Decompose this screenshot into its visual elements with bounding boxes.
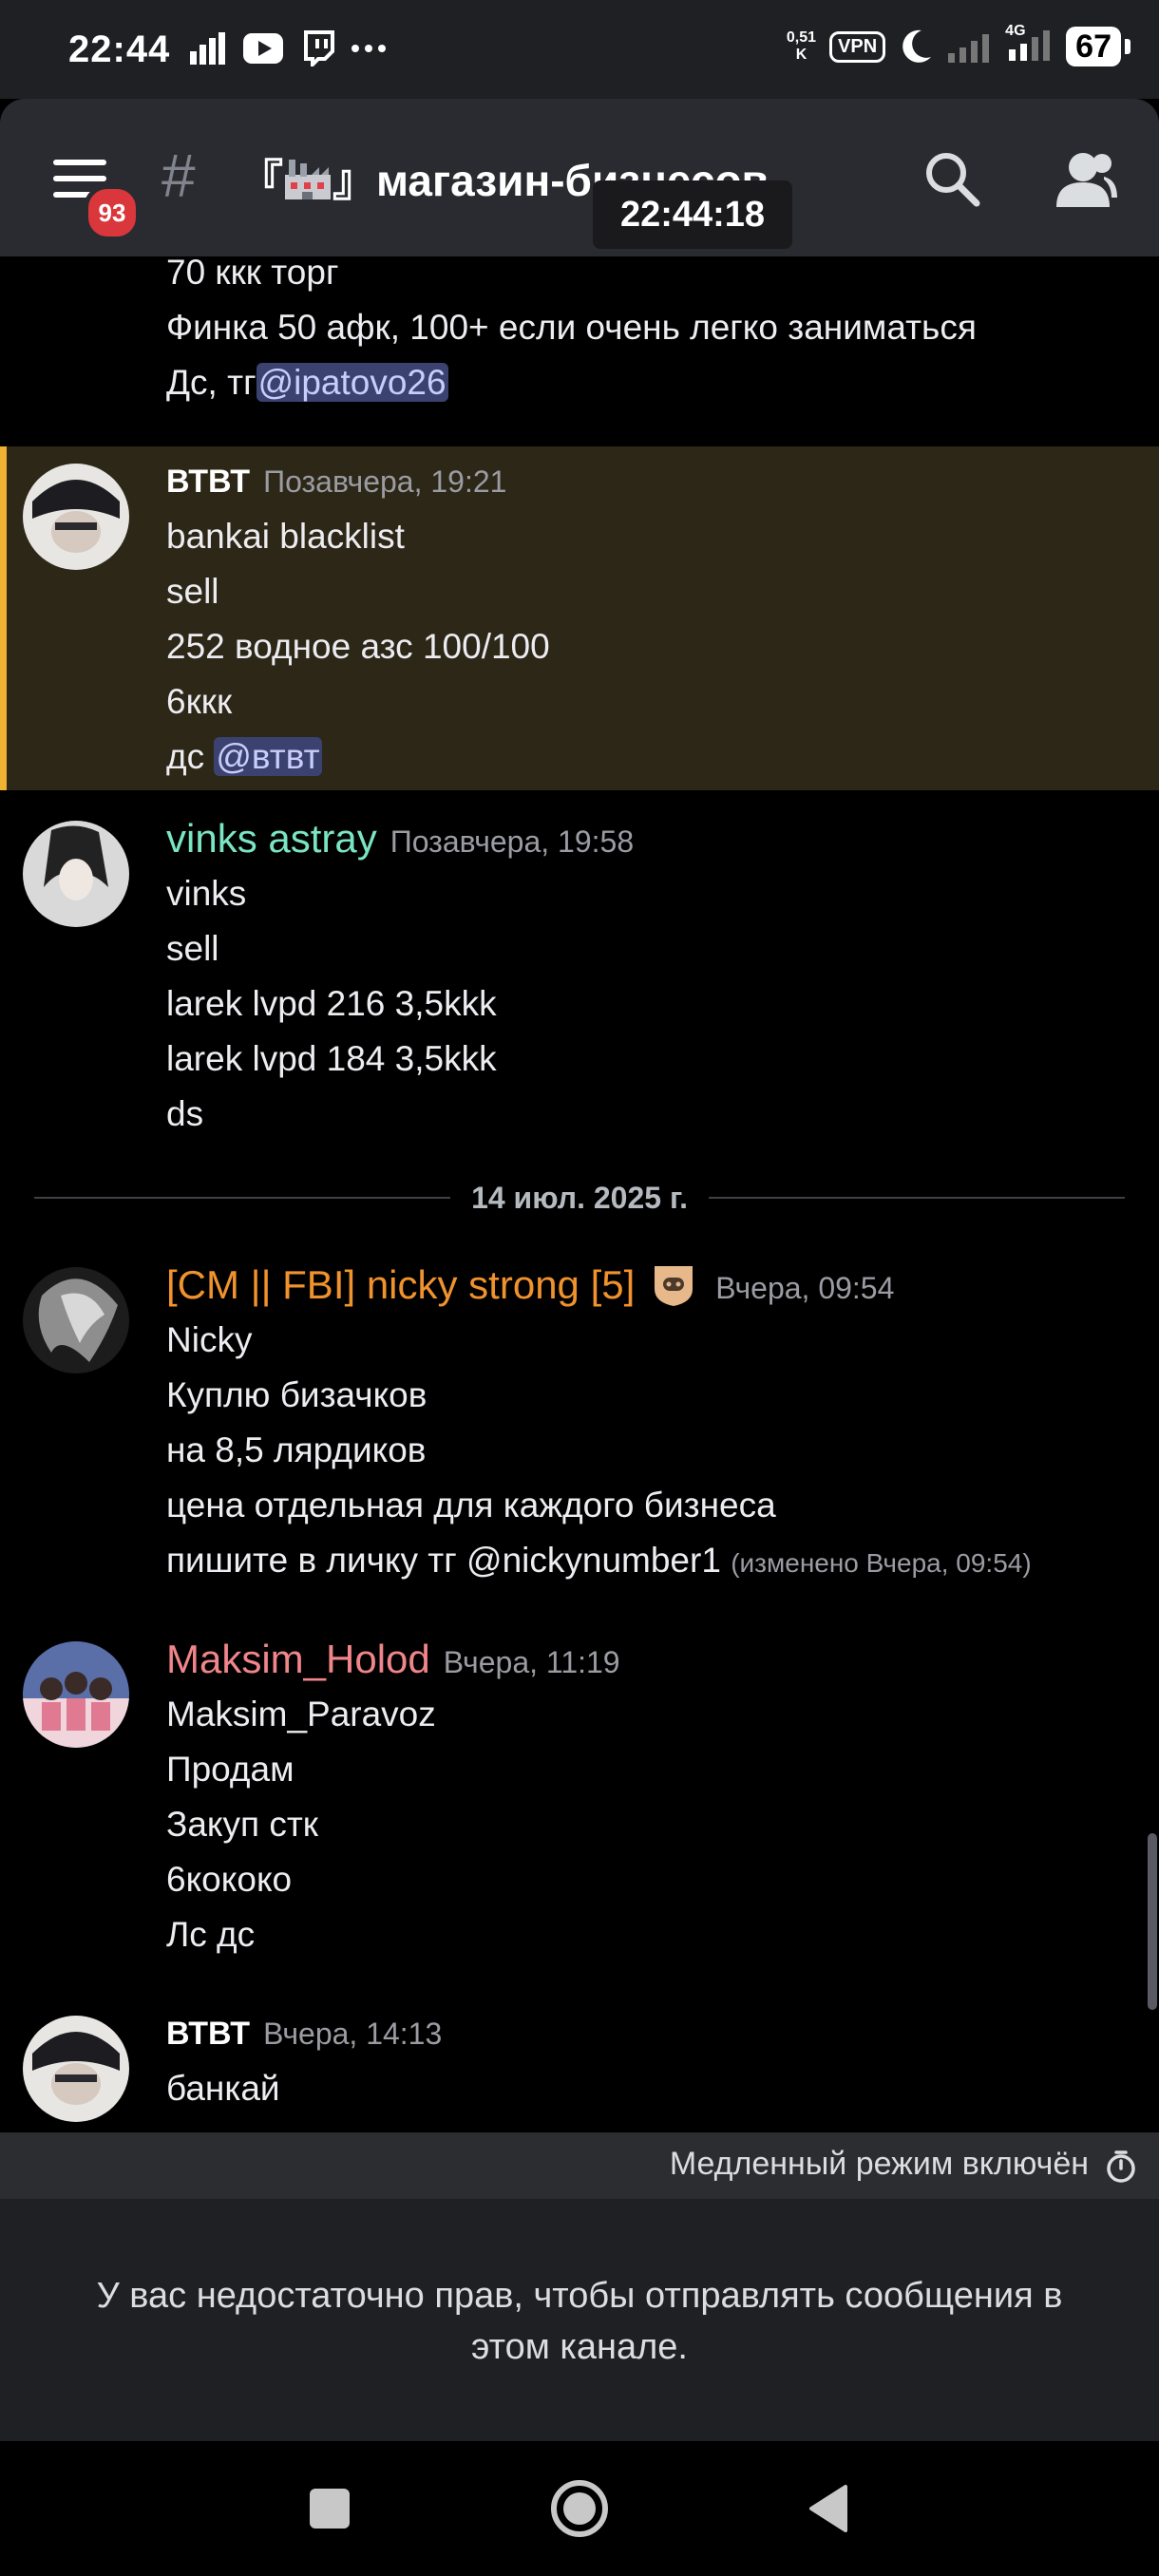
triangle-back-icon[interactable] — [798, 2477, 861, 2540]
author-name[interactable]: [CM || FBI] nicky strong [5] — [166, 1262, 635, 1307]
status-left-icons — [188, 30, 386, 66]
user-mention[interactable]: @втвт — [214, 737, 322, 776]
message-line: Продам — [166, 1750, 294, 1789]
message-line: Дс, тг@ipatovo26 — [166, 363, 448, 402]
avatar-image — [23, 821, 129, 927]
no-permission-notice: У вас недостаточно прав, чтобы отправлят… — [0, 2199, 1159, 2441]
message-group[interactable]: ВТВТ Вчера, 14:13 банкай — [0, 1998, 1159, 2132]
message-line: larek lvpd 184 3,5kkk — [166, 1039, 497, 1078]
message-line: банкай — [166, 2069, 280, 2108]
author-name[interactable]: ВТВТ — [166, 2016, 250, 2052]
avatar-image — [23, 2016, 129, 2122]
moon-icon — [902, 29, 932, 63]
date-separator-label: 14 июл. 2025 г. — [471, 1180, 688, 1215]
signal-weak-icon — [948, 34, 990, 63]
status-bar: 22:44 0,51 K VPN 4G 67 — [0, 0, 1159, 99]
message-line: Лс дс — [166, 1915, 256, 1954]
message-line: 252 водное азс 100/100 — [166, 627, 550, 666]
author-name[interactable]: ВТВТ — [166, 464, 250, 500]
vpn-badge: VPN — [829, 30, 886, 63]
system-nav-bar — [0, 2441, 1159, 2576]
avatar[interactable] — [23, 1267, 129, 1373]
message-line: цена отдельная для каждого бизнеса — [166, 1486, 776, 1525]
avatar[interactable] — [23, 464, 129, 570]
message-group[interactable]: Maksim_Holod Вчера, 11:19 Maksim_Paravoz … — [0, 1624, 1159, 1985]
avatar[interactable] — [23, 2016, 129, 2122]
message-line: Maksim_Paravoz — [166, 1695, 436, 1733]
notification-badge: 93 — [84, 184, 141, 241]
user-mention[interactable]: @ipatovo26 — [256, 363, 448, 402]
message-line: sell — [166, 572, 219, 611]
message-group[interactable]: [CM || FBI] nicky strong [5] Вчера, 09:5… — [0, 1250, 1159, 1611]
youtube-icon — [243, 33, 283, 64]
message-line: пишите в личку тг @nickynumber1 (изменен… — [166, 1541, 1032, 1580]
message-line: Куплю бизачков — [166, 1375, 428, 1414]
square-icon[interactable] — [298, 2477, 361, 2540]
no-permission-text: У вас недостаточно прав, чтобы отправлят… — [96, 2276, 1063, 2367]
slowmode-label: Медленный режим включён — [669, 2146, 1089, 2182]
message-timestamp: Позавчера, 19:21 — [263, 464, 507, 499]
message-line: Финка 50 афк, 100+ если очень легко зани… — [166, 308, 977, 347]
search-icon[interactable] — [922, 148, 982, 209]
scrollbar-thumb[interactable] — [1148, 1833, 1157, 2010]
channel-header: 93 # 『』магазин-бизнесов — [0, 99, 1159, 256]
edited-label: (изменено Вчера, 09:54) — [731, 1548, 1032, 1578]
message-line: Закуп стк — [166, 1805, 318, 1844]
avatar-image — [23, 464, 129, 570]
factory-emoji-icon — [285, 160, 331, 199]
author-name[interactable]: vinks astray — [166, 816, 377, 861]
net-speed: 0,51 K — [786, 29, 817, 63]
avatar[interactable] — [23, 1641, 129, 1748]
network-4g: 4G — [1005, 23, 1053, 66]
message-list[interactable]: 70 ккк торг Финка 50 афк, 100+ если очен… — [0, 256, 1159, 2132]
status-time: 22:44 — [68, 28, 171, 70]
status-right-icons: 0,51 K VPN 4G 67 — [786, 23, 1130, 66]
signal-bars-icon — [190, 32, 225, 65]
date-separator: 14 июл. 2025 г. — [34, 1170, 1126, 1225]
battery-indicator: 67 — [1066, 27, 1130, 66]
circle-icon[interactable] — [548, 2477, 611, 2540]
avatar-image — [23, 1267, 129, 1373]
hash-icon: # — [162, 142, 196, 210]
message-timestamp: Вчера, 09:54 — [715, 1271, 895, 1305]
message-line: sell — [166, 929, 219, 968]
message-line: vinks — [166, 874, 247, 913]
message-line: 6ккк — [166, 682, 233, 721]
avatar-image — [23, 1641, 129, 1748]
message-line: bankai blacklist — [166, 517, 405, 556]
message-timestamp: Вчера, 14:13 — [263, 2017, 443, 2051]
twitch-icon — [304, 30, 334, 66]
message-line: дс @втвт — [166, 737, 322, 776]
message-line: larek lvpd 216 3,5kkk — [166, 984, 497, 1023]
author-name[interactable]: Maksim_Holod — [166, 1637, 430, 1681]
members-icon[interactable] — [1054, 148, 1117, 209]
message-line: 70 ккк торг — [166, 256, 339, 292]
message-group-highlighted[interactable]: ВТВТ Позавчера, 19:21 bankai blacklist se… — [0, 446, 1159, 790]
message-partial[interactable]: 70 ккк торг Финка 50 афк, 100+ если очен… — [0, 256, 1159, 446]
timer-icon — [1107, 2150, 1135, 2183]
more-dots-icon — [352, 45, 386, 52]
slowmode-bar: Медленный режим включён — [0, 2132, 1159, 2199]
avatar[interactable] — [23, 821, 129, 927]
message-line: Nicky — [166, 1320, 253, 1359]
message-timestamp: Позавчера, 19:58 — [390, 824, 635, 859]
server-tag-discord-icon — [654, 1266, 693, 1306]
message-group[interactable]: vinks astray Позавчера, 19:58 vinks sell … — [0, 804, 1159, 1155]
message-timestamp: Вчера, 11:19 — [443, 1645, 620, 1679]
message-line: на 8,5 лярдиков — [166, 1430, 427, 1469]
message-line: ds — [166, 1094, 204, 1133]
message-line: 6кококо — [166, 1860, 293, 1899]
clock-overlay: 22:44:18 — [593, 180, 792, 249]
